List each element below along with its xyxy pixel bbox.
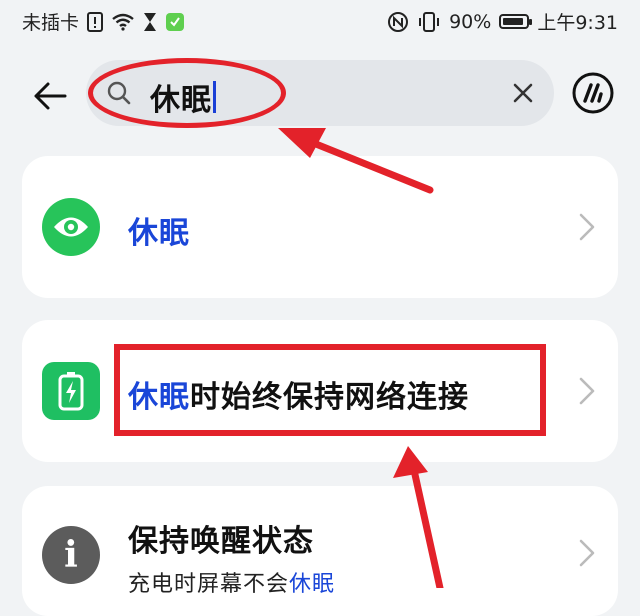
result-title: 保持唤醒状态 bbox=[128, 524, 314, 559]
battery-percent: 90% bbox=[449, 10, 492, 33]
vibrate-icon bbox=[417, 11, 441, 32]
battery-icon bbox=[499, 14, 533, 29]
back-button[interactable] bbox=[28, 74, 72, 118]
back-arrow-icon bbox=[34, 82, 67, 110]
assistant-button[interactable] bbox=[570, 70, 616, 116]
result-title: 休眠 bbox=[128, 216, 190, 251]
hourglass-icon bbox=[143, 12, 157, 32]
chevron-right-icon bbox=[579, 539, 595, 567]
search-result-stay-awake[interactable]: i 保持唤醒状态 充电时屏幕不会休眠 bbox=[22, 486, 618, 616]
clock-time: 上午9:31 bbox=[537, 12, 618, 34]
sim-alert-icon bbox=[87, 11, 104, 32]
clear-icon[interactable] bbox=[510, 80, 536, 106]
search-result-sleep[interactable]: 休眠 bbox=[22, 156, 618, 298]
annotation-rectangle bbox=[114, 344, 546, 436]
assistant-icon bbox=[572, 72, 614, 114]
status-bar: 未插卡 90% 上午9:31 bbox=[0, 0, 640, 44]
chevron-right-icon bbox=[579, 377, 595, 405]
chevron-right-icon bbox=[579, 213, 595, 241]
carrier-text: 未插卡 bbox=[22, 12, 80, 34]
result-subtitle: 充电时屏幕不会休眠 bbox=[128, 572, 336, 597]
annotation-ellipse bbox=[88, 58, 286, 128]
eye-icon bbox=[42, 198, 100, 256]
nfc-icon bbox=[387, 11, 409, 33]
battery-charge-icon bbox=[42, 362, 100, 420]
info-icon: i bbox=[42, 526, 100, 584]
battery-saver-icon bbox=[165, 12, 185, 32]
wifi-icon bbox=[111, 13, 135, 31]
